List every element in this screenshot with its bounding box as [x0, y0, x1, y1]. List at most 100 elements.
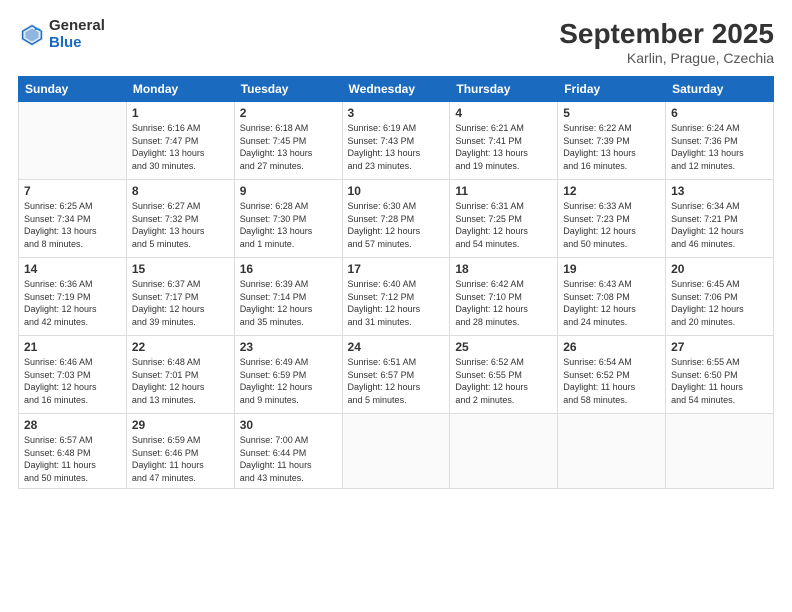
table-row	[342, 414, 450, 489]
day-info: Sunrise: 6:43 AM Sunset: 7:08 PM Dayligh…	[563, 278, 660, 328]
day-info: Sunrise: 6:45 AM Sunset: 7:06 PM Dayligh…	[671, 278, 768, 328]
logo-icon	[18, 21, 46, 49]
table-row: 12 Sunrise: 6:33 AM Sunset: 7:23 PM Dayli…	[558, 180, 666, 258]
day-number: 10	[348, 184, 445, 198]
day-number: 22	[132, 340, 229, 354]
day-info: Sunrise: 6:37 AM Sunset: 7:17 PM Dayligh…	[132, 278, 229, 328]
table-row: 10 Sunrise: 6:30 AM Sunset: 7:28 PM Dayli…	[342, 180, 450, 258]
day-number: 6	[671, 106, 768, 120]
table-row	[19, 102, 127, 180]
day-info: Sunrise: 6:48 AM Sunset: 7:01 PM Dayligh…	[132, 356, 229, 406]
day-number: 18	[455, 262, 552, 276]
day-info: Sunrise: 6:49 AM Sunset: 6:59 PM Dayligh…	[240, 356, 337, 406]
table-row: 25 Sunrise: 6:52 AM Sunset: 6:55 PM Dayli…	[450, 336, 558, 414]
table-row: 29Sunrise: 6:59 AM Sunset: 6:46 PM Dayli…	[126, 414, 234, 489]
day-info: Sunrise: 6:27 AM Sunset: 7:32 PM Dayligh…	[132, 200, 229, 250]
day-number: 20	[671, 262, 768, 276]
table-row: 24Sunrise: 6:51 AM Sunset: 6:57 PM Dayli…	[342, 336, 450, 414]
day-number: 14	[24, 262, 121, 276]
table-row: 1 Sunrise: 6:16 AM Sunset: 7:47 PM Daylig…	[126, 102, 234, 180]
table-row: 18 Sunrise: 6:42 AM Sunset: 7:10 PM Dayli…	[450, 258, 558, 336]
day-info: Sunrise: 6:59 AM Sunset: 6:46 PM Dayligh…	[132, 434, 229, 484]
logo-general-text: General	[49, 18, 105, 35]
table-row: 8 Sunrise: 6:27 AM Sunset: 7:32 PM Daylig…	[126, 180, 234, 258]
table-row: 21 Sunrise: 6:46 AM Sunset: 7:03 PM Dayli…	[19, 336, 127, 414]
day-info: Sunrise: 6:57 AM Sunset: 6:48 PM Dayligh…	[24, 434, 121, 484]
day-info: Sunrise: 6:36 AM Sunset: 7:19 PM Dayligh…	[24, 278, 121, 328]
table-row: 9Sunrise: 6:28 AM Sunset: 7:30 PM Daylig…	[234, 180, 342, 258]
day-info: Sunrise: 6:22 AM Sunset: 7:39 PM Dayligh…	[563, 122, 660, 172]
table-row: 6 Sunrise: 6:24 AM Sunset: 7:36 PM Daylig…	[666, 102, 774, 180]
logo-blue-text: Blue	[49, 35, 105, 52]
day-info: Sunrise: 6:34 AM Sunset: 7:21 PM Dayligh…	[671, 200, 768, 250]
day-info: Sunrise: 6:21 AM Sunset: 7:41 PM Dayligh…	[455, 122, 552, 172]
calendar-table: Sunday Monday Tuesday Wednesday Thursday…	[18, 76, 774, 489]
day-info: Sunrise: 6:18 AM Sunset: 7:45 PM Dayligh…	[240, 122, 337, 172]
day-number: 17	[348, 262, 445, 276]
day-number: 5	[563, 106, 660, 120]
day-info: Sunrise: 6:55 AM Sunset: 6:50 PM Dayligh…	[671, 356, 768, 406]
day-info: Sunrise: 6:54 AM Sunset: 6:52 PM Dayligh…	[563, 356, 660, 406]
table-row	[558, 414, 666, 489]
title-block: September 2025 Karlin, Prague, Czechia	[559, 18, 774, 66]
day-number: 9	[240, 184, 337, 198]
day-number: 28	[24, 418, 121, 432]
table-row: 16 Sunrise: 6:39 AM Sunset: 7:14 PM Dayli…	[234, 258, 342, 336]
day-info: Sunrise: 6:16 AM Sunset: 7:47 PM Dayligh…	[132, 122, 229, 172]
day-info: Sunrise: 6:31 AM Sunset: 7:25 PM Dayligh…	[455, 200, 552, 250]
day-info: Sunrise: 6:33 AM Sunset: 7:23 PM Dayligh…	[563, 200, 660, 250]
day-number: 3	[348, 106, 445, 120]
day-info: Sunrise: 6:24 AM Sunset: 7:36 PM Dayligh…	[671, 122, 768, 172]
table-row: 23 Sunrise: 6:49 AM Sunset: 6:59 PM Dayli…	[234, 336, 342, 414]
table-row: 20 Sunrise: 6:45 AM Sunset: 7:06 PM Dayli…	[666, 258, 774, 336]
header: General Blue September 2025 Karlin, Prag…	[18, 18, 774, 66]
day-number: 11	[455, 184, 552, 198]
table-row: 30Sunrise: 7:00 AM Sunset: 6:44 PM Dayli…	[234, 414, 342, 489]
table-row: 5 Sunrise: 6:22 AM Sunset: 7:39 PM Daylig…	[558, 102, 666, 180]
col-sunday: Sunday	[19, 77, 127, 102]
table-row: 14 Sunrise: 6:36 AM Sunset: 7:19 PM Dayli…	[19, 258, 127, 336]
table-row: 3Sunrise: 6:19 AM Sunset: 7:43 PM Daylig…	[342, 102, 450, 180]
day-number: 25	[455, 340, 552, 354]
day-number: 13	[671, 184, 768, 198]
day-number: 21	[24, 340, 121, 354]
day-number: 2	[240, 106, 337, 120]
day-info: Sunrise: 6:39 AM Sunset: 7:14 PM Dayligh…	[240, 278, 337, 328]
page: General Blue September 2025 Karlin, Prag…	[0, 0, 792, 612]
month-title: September 2025	[559, 18, 774, 50]
day-number: 24	[348, 340, 445, 354]
day-info: Sunrise: 6:25 AM Sunset: 7:34 PM Dayligh…	[24, 200, 121, 250]
table-row: 11 Sunrise: 6:31 AM Sunset: 7:25 PM Dayli…	[450, 180, 558, 258]
table-row: 2 Sunrise: 6:18 AM Sunset: 7:45 PM Daylig…	[234, 102, 342, 180]
day-info: Sunrise: 6:52 AM Sunset: 6:55 PM Dayligh…	[455, 356, 552, 406]
logo: General Blue	[18, 18, 105, 51]
day-info: Sunrise: 6:30 AM Sunset: 7:28 PM Dayligh…	[348, 200, 445, 250]
day-info: Sunrise: 6:42 AM Sunset: 7:10 PM Dayligh…	[455, 278, 552, 328]
day-number: 16	[240, 262, 337, 276]
col-friday: Friday	[558, 77, 666, 102]
table-row: 19Sunrise: 6:43 AM Sunset: 7:08 PM Dayli…	[558, 258, 666, 336]
day-number: 8	[132, 184, 229, 198]
col-tuesday: Tuesday	[234, 77, 342, 102]
table-row: 26 Sunrise: 6:54 AM Sunset: 6:52 PM Dayli…	[558, 336, 666, 414]
calendar-header-row: Sunday Monday Tuesday Wednesday Thursday…	[19, 77, 774, 102]
col-thursday: Thursday	[450, 77, 558, 102]
col-saturday: Saturday	[666, 77, 774, 102]
day-number: 26	[563, 340, 660, 354]
table-row: 4 Sunrise: 6:21 AM Sunset: 7:41 PM Daylig…	[450, 102, 558, 180]
day-number: 12	[563, 184, 660, 198]
day-number: 30	[240, 418, 337, 432]
logo-text: General Blue	[49, 18, 105, 51]
col-monday: Monday	[126, 77, 234, 102]
day-number: 23	[240, 340, 337, 354]
table-row	[666, 414, 774, 489]
table-row: 7 Sunrise: 6:25 AM Sunset: 7:34 PM Daylig…	[19, 180, 127, 258]
col-wednesday: Wednesday	[342, 77, 450, 102]
table-row: 15Sunrise: 6:37 AM Sunset: 7:17 PM Dayli…	[126, 258, 234, 336]
day-number: 4	[455, 106, 552, 120]
table-row: 28 Sunrise: 6:57 AM Sunset: 6:48 PM Dayli…	[19, 414, 127, 489]
day-info: Sunrise: 6:46 AM Sunset: 7:03 PM Dayligh…	[24, 356, 121, 406]
location: Karlin, Prague, Czechia	[559, 50, 774, 66]
day-number: 7	[24, 184, 121, 198]
day-number: 1	[132, 106, 229, 120]
